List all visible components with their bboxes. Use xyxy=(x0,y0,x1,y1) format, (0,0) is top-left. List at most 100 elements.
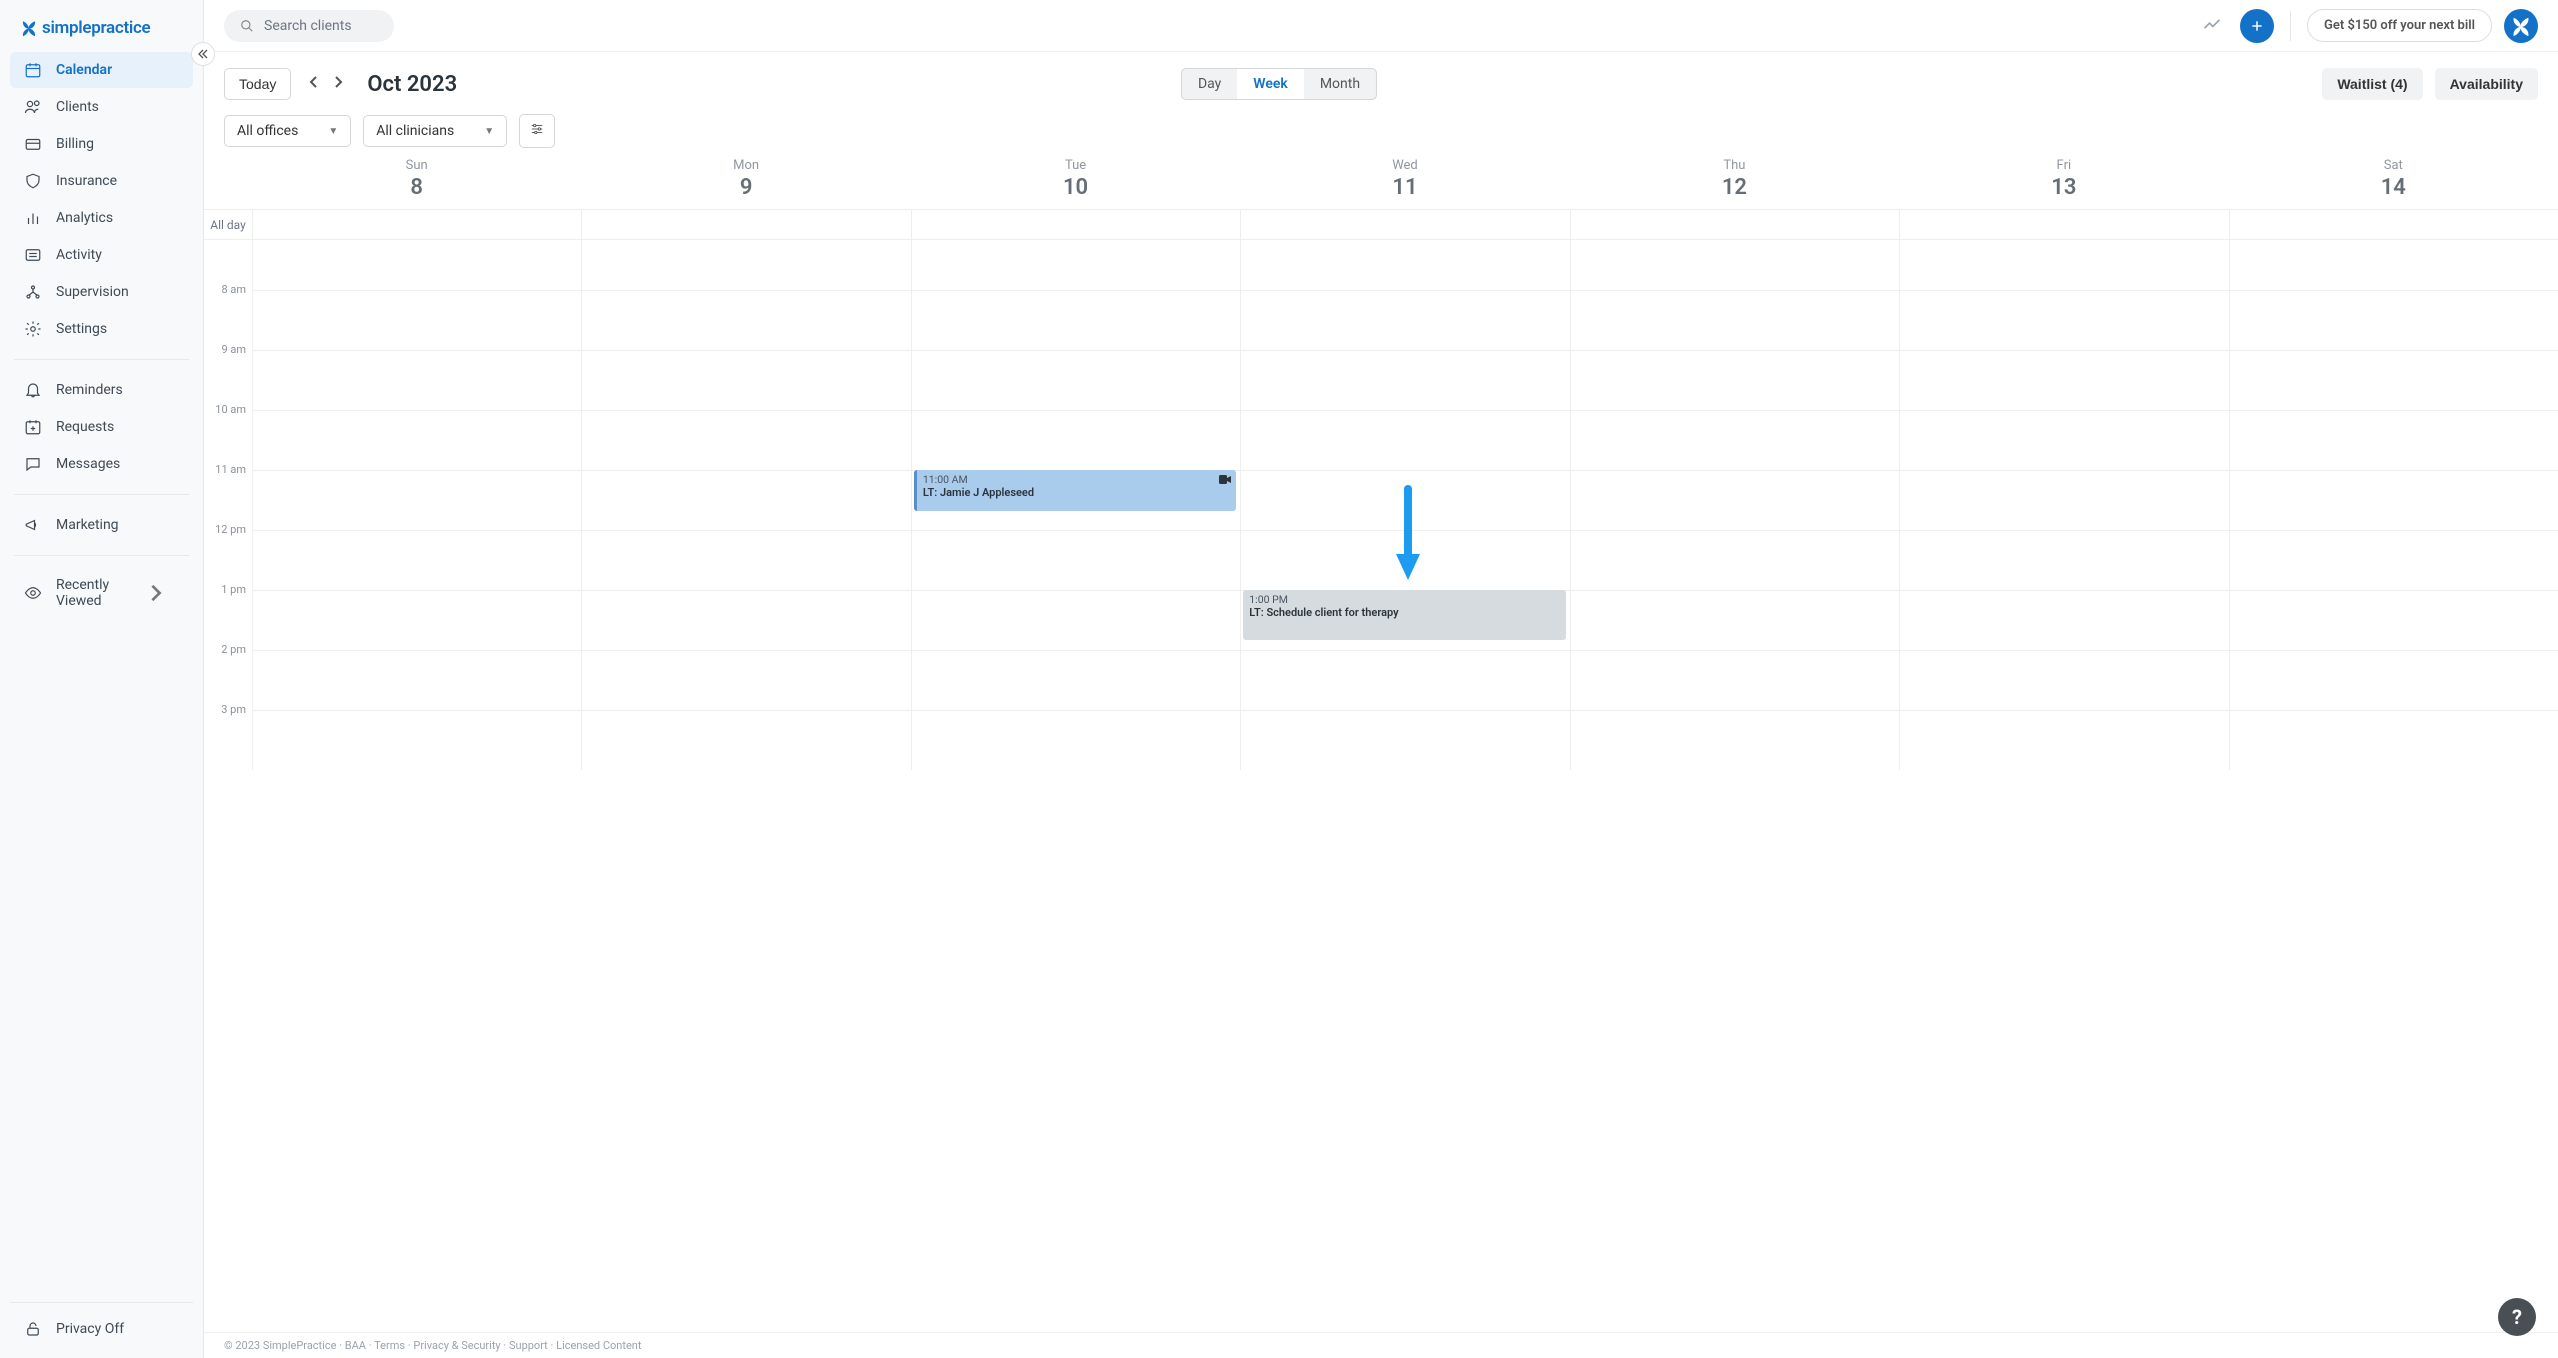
logo[interactable]: simplepractice xyxy=(0,0,203,52)
allday-cell[interactable] xyxy=(1240,210,1569,239)
list-icon xyxy=(24,246,42,264)
sidebar-item-label: Settings xyxy=(56,321,107,337)
promo-label: Get $150 off your next bill xyxy=(2324,18,2475,33)
view-week[interactable]: Week xyxy=(1237,69,1304,99)
sidebar-item-label: Messages xyxy=(56,456,120,472)
today-button[interactable]: Today xyxy=(224,68,291,100)
gear-icon xyxy=(24,320,42,338)
day-header: Tue 10 xyxy=(911,152,1240,209)
allday-cell[interactable] xyxy=(1570,210,1899,239)
day-of-week: Fri xyxy=(1899,158,2228,173)
waitlist-button[interactable]: Waitlist (4) xyxy=(2322,68,2422,100)
view-month[interactable]: Month xyxy=(1304,69,1376,99)
sidebar-item-messages[interactable]: Messages xyxy=(10,446,193,482)
account-avatar[interactable] xyxy=(2504,9,2538,43)
day-column[interactable] xyxy=(581,240,910,770)
collapse-sidebar-button[interactable] xyxy=(191,42,215,66)
create-button[interactable] xyxy=(2240,9,2274,43)
time-label: 1 pm xyxy=(221,583,246,596)
footer-link[interactable]: Terms xyxy=(374,1339,405,1352)
sidebar-item-label: Insurance xyxy=(56,173,117,189)
help-button[interactable]: ? xyxy=(2498,1298,2536,1336)
time-column: 8 am9 am10 am11 am12 pm1 pm2 pm3 pm xyxy=(204,240,252,770)
cal-plus-icon xyxy=(24,418,42,436)
sidebar-item-supervision[interactable]: Supervision xyxy=(10,274,193,310)
sidebar-recently-viewed[interactable]: Recently Viewed xyxy=(10,568,193,618)
sidebar-item-label: Supervision xyxy=(56,284,129,300)
eye-icon xyxy=(24,584,42,602)
day-column[interactable] xyxy=(2229,240,2558,770)
allday-cell[interactable] xyxy=(1899,210,2228,239)
day-number: 8 xyxy=(252,175,581,200)
office-filter[interactable]: All offices ▼ xyxy=(224,115,351,147)
search-input[interactable]: Search clients xyxy=(224,10,394,42)
adjust-filters-button[interactable] xyxy=(519,114,555,148)
prev-week-button[interactable] xyxy=(303,72,325,96)
sidebar-item-calendar[interactable]: Calendar xyxy=(10,52,193,88)
bell-icon xyxy=(24,381,42,399)
chat-icon xyxy=(24,455,42,473)
next-week-button[interactable] xyxy=(327,72,349,96)
day-number: 12 xyxy=(1570,175,1899,200)
footer-link[interactable]: Support xyxy=(509,1339,548,1352)
sidebar-item-clients[interactable]: Clients xyxy=(10,89,193,125)
sidebar-item-settings[interactable]: Settings xyxy=(10,311,193,347)
calendar-body[interactable]: 8 am9 am10 am11 am12 pm1 pm2 pm3 pm11:00… xyxy=(204,240,2558,1332)
view-day[interactable]: Day xyxy=(1182,69,1237,99)
sliders-icon xyxy=(529,122,545,136)
allday-cell[interactable] xyxy=(252,210,581,239)
day-column[interactable]: 11:00 AMLT: Jamie J Appleseed xyxy=(911,240,1240,770)
sidebar-item-analytics[interactable]: Analytics xyxy=(10,200,193,236)
clinician-filter[interactable]: All clinicians ▼ xyxy=(363,115,507,147)
chevron-down-icon: ▼ xyxy=(328,126,338,137)
sidebar-item-label: Marketing xyxy=(56,517,119,533)
view-month-label: Month xyxy=(1320,76,1360,92)
sidebar-item-requests[interactable]: Requests xyxy=(10,409,193,445)
calendar-event[interactable]: 11:00 AMLT: Jamie J Appleseed xyxy=(914,470,1236,511)
sidebar-item-activity[interactable]: Activity xyxy=(10,237,193,273)
bars-icon xyxy=(24,209,42,227)
activity-shortcut[interactable] xyxy=(2196,10,2228,42)
footer-link[interactable]: Privacy & Security xyxy=(413,1339,500,1352)
availability-button[interactable]: Availability xyxy=(2435,68,2538,100)
sidebar-item-label: Activity xyxy=(56,247,102,263)
allday-cell[interactable] xyxy=(2229,210,2558,239)
day-column[interactable] xyxy=(1899,240,2228,770)
view-day-label: Day xyxy=(1198,76,1221,92)
allday-row: All day xyxy=(204,210,2558,240)
allday-label: All day xyxy=(204,218,252,232)
day-column[interactable] xyxy=(252,240,581,770)
sidebar-item-label: Clients xyxy=(56,99,99,115)
allday-cell[interactable] xyxy=(911,210,1240,239)
day-column[interactable]: 1:00 PMLT: Schedule client for therapy xyxy=(1240,240,1569,770)
time-label: 2 pm xyxy=(221,643,246,656)
footer-link[interactable]: BAA xyxy=(345,1339,366,1352)
time-label: 12 pm xyxy=(215,523,246,536)
day-column[interactable] xyxy=(1570,240,1899,770)
sidebar-item-insurance[interactable]: Insurance xyxy=(10,163,193,199)
day-header: Mon9 xyxy=(581,152,910,209)
allday-cell[interactable] xyxy=(581,210,910,239)
sidebar-item-marketing[interactable]: Marketing xyxy=(10,507,193,543)
day-of-week: Thu xyxy=(1570,158,1899,173)
topbar: Search clients Get $150 off your next bi… xyxy=(204,0,2558,52)
event-time: 11:00 AM xyxy=(923,473,1230,486)
day-number: 11 xyxy=(1240,175,1569,200)
sidebar-item-reminders[interactable]: Reminders xyxy=(10,372,193,408)
time-label: 9 am xyxy=(221,343,246,356)
sidebar-privacy-toggle[interactable]: Privacy Off xyxy=(10,1311,193,1347)
day-number: 10 xyxy=(911,175,1240,200)
calendar-event[interactable]: 1:00 PMLT: Schedule client for therapy xyxy=(1243,590,1565,640)
sidebar-item-billing[interactable]: Billing xyxy=(10,126,193,162)
sidebar-item-label: Recently Viewed xyxy=(56,577,147,609)
day-header: Thu 12 xyxy=(1570,152,1899,209)
sidebar: simplepractice Calendar Clients Billing Ins… xyxy=(0,0,204,1358)
calendar-header: Sun8Mon9Tue10Wed11Thu12Fri13Sat14 xyxy=(204,152,2558,210)
day-of-week: Tue xyxy=(911,158,1240,173)
view-toggle: Day Week Month xyxy=(1181,68,1377,100)
waitlist-label: Waitlist (4) xyxy=(2337,76,2407,92)
footer-link[interactable]: Licensed Content xyxy=(556,1339,641,1352)
chevron-right-icon xyxy=(333,76,343,88)
promo-button[interactable]: Get $150 off your next bill xyxy=(2307,9,2492,42)
search-placeholder: Search clients xyxy=(264,18,352,34)
